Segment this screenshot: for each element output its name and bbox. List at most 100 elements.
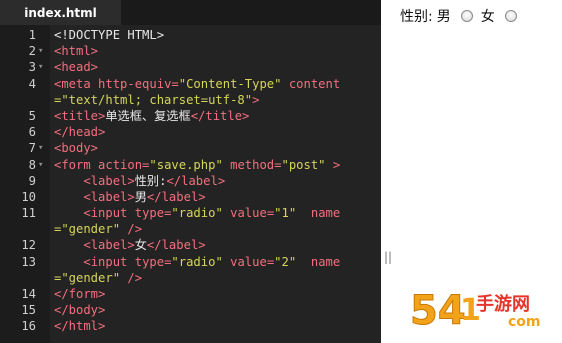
- code-line[interactable]: 3 ▾ <head>: [0, 59, 381, 75]
- female-label: 女: [480, 9, 495, 25]
- code-text: <label>性别:</label>: [54, 173, 225, 189]
- code-token: </title>: [190, 108, 250, 123]
- code-token: <!DOCTYPE HTML>: [54, 28, 165, 42]
- code-line[interactable]: 1 <!DOCTYPE HTML>: [0, 27, 381, 43]
- code-text: <head>: [54, 59, 98, 75]
- tab-label: index.html: [24, 5, 97, 20]
- code-token: <label>: [83, 238, 135, 253]
- tab-bar: index.html: [0, 0, 381, 25]
- fold-arrow-icon[interactable]: ▾: [38, 157, 48, 173]
- code-text: <!DOCTYPE HTML>: [54, 27, 164, 43]
- code-token: >: [252, 92, 260, 107]
- code-token: <form: [54, 157, 99, 172]
- code-token: <meta: [54, 76, 99, 91]
- line-number: 14: [21, 287, 36, 301]
- code-token: <body>: [54, 141, 99, 156]
- code-text: <input type="radio" value="2" name: [54, 254, 340, 270]
- code-token: </html>: [54, 319, 106, 334]
- site-watermark: 54 1 手游网 com: [408, 286, 558, 335]
- line-number: 3: [28, 60, 36, 75]
- line-number: 10: [21, 189, 36, 204]
- code-token: type=: [134, 206, 172, 221]
- code-text: </body>: [54, 302, 105, 318]
- female-radio[interactable]: [504, 10, 517, 22]
- code-token: <head>: [54, 60, 99, 75]
- code-token: />: [120, 270, 143, 285]
- code-area[interactable]: 1 <!DOCTYPE HTML> 2 ▾ <html> 3 ▾ <head> 4 <meta h…: [0, 27, 381, 335]
- code-token: ="gender": [54, 270, 121, 285]
- line-number: 7: [28, 141, 36, 156]
- code-text: </html>: [54, 318, 105, 334]
- code-token: ="text/html; charset=utf-8": [54, 92, 253, 107]
- fold-arrow-icon[interactable]: ▾: [38, 59, 48, 75]
- male-label: 男: [436, 9, 451, 25]
- code-token: </head>: [54, 125, 106, 140]
- code-line[interactable]: ="text/html; charset=utf-8">: [0, 92, 381, 108]
- code-line[interactable]: 5 <title>单选框、复选框</title>: [0, 108, 381, 124]
- code-token: <input: [83, 254, 135, 269]
- fold-arrow-icon[interactable]: ▾: [38, 140, 48, 156]
- code-token: </body>: [54, 303, 106, 318]
- code-line[interactable]: 2 ▾ <html>: [0, 43, 381, 59]
- watermark-logo: 54 1 手游网 com: [410, 288, 541, 335]
- tab-index-html[interactable]: index.html: [0, 0, 121, 25]
- code-line[interactable]: 6 </head>: [0, 124, 381, 140]
- code-token: <input: [83, 206, 135, 221]
- line-number: 11: [21, 206, 36, 221]
- code-text: <body>: [54, 140, 98, 156]
- line-number: 4: [28, 76, 36, 91]
- code-token: <title>: [54, 108, 106, 123]
- code-token: "1": [274, 206, 297, 221]
- code-token: method=: [222, 157, 282, 172]
- code-line[interactable]: 8 ▾ <form action="save.php" method="post" …: [0, 157, 381, 173]
- gender-label: 性别:: [400, 9, 433, 25]
- code-text: <meta http-equiv="Content-Type" content: [54, 76, 340, 92]
- code-token: </label>: [146, 189, 206, 204]
- line-number: 6: [28, 125, 36, 140]
- code-line[interactable]: ="gender" />: [0, 221, 381, 237]
- code-token: <html>: [54, 44, 99, 59]
- code-line[interactable]: 7 ▾ <body>: [0, 140, 381, 156]
- code-line[interactable]: 4 <meta http-equiv="Content-Type" content: [0, 76, 381, 92]
- line-number: 2: [28, 44, 36, 59]
- code-token: "post": [281, 157, 326, 172]
- code-line[interactable]: ="gender" />: [0, 270, 381, 286]
- code-line[interactable]: 9 <label>性别:</label>: [0, 173, 381, 189]
- code-line[interactable]: 10 <label>男</label>: [0, 189, 381, 205]
- code-token: <label>: [83, 189, 135, 204]
- code-token: "radio": [171, 206, 223, 221]
- code-line[interactable]: 14 </form>: [0, 286, 381, 302]
- code-token: "radio": [171, 254, 223, 269]
- code-token: />: [120, 222, 143, 237]
- code-line[interactable]: 15 </body>: [0, 302, 381, 318]
- code-token: "save.php": [149, 157, 223, 172]
- code-token: value=: [222, 254, 275, 269]
- code-line[interactable]: 13 <input type="radio" value="2" name: [0, 254, 381, 270]
- line-number: 16: [21, 319, 36, 334]
- code-token: >: [325, 157, 341, 172]
- code-line[interactable]: 12 <label>女</label>: [0, 237, 381, 253]
- fold-arrow-icon[interactable]: ▾: [38, 43, 48, 59]
- code-token: http-equiv=: [98, 76, 179, 91]
- male-radio[interactable]: [460, 10, 473, 22]
- line-number: 15: [21, 303, 36, 318]
- line-number: 13: [21, 254, 36, 269]
- code-text: <html>: [54, 43, 98, 59]
- code-token: </form>: [54, 287, 106, 301]
- line-number: 9: [28, 173, 36, 188]
- code-token: </label>: [166, 173, 226, 188]
- code-token: value=: [222, 206, 275, 221]
- code-token: action=: [98, 157, 150, 172]
- code-line[interactable]: 11 <input type="radio" value="1" name: [0, 205, 381, 221]
- watermark-domain: com: [508, 314, 541, 330]
- code-token: "2": [274, 254, 297, 269]
- code-line[interactable]: 16 </html>: [0, 318, 381, 334]
- pane-splitter[interactable]: ||: [384, 250, 392, 264]
- code-token: 女: [134, 238, 147, 253]
- code-text: <form action="save.php" method="post" >: [54, 157, 340, 173]
